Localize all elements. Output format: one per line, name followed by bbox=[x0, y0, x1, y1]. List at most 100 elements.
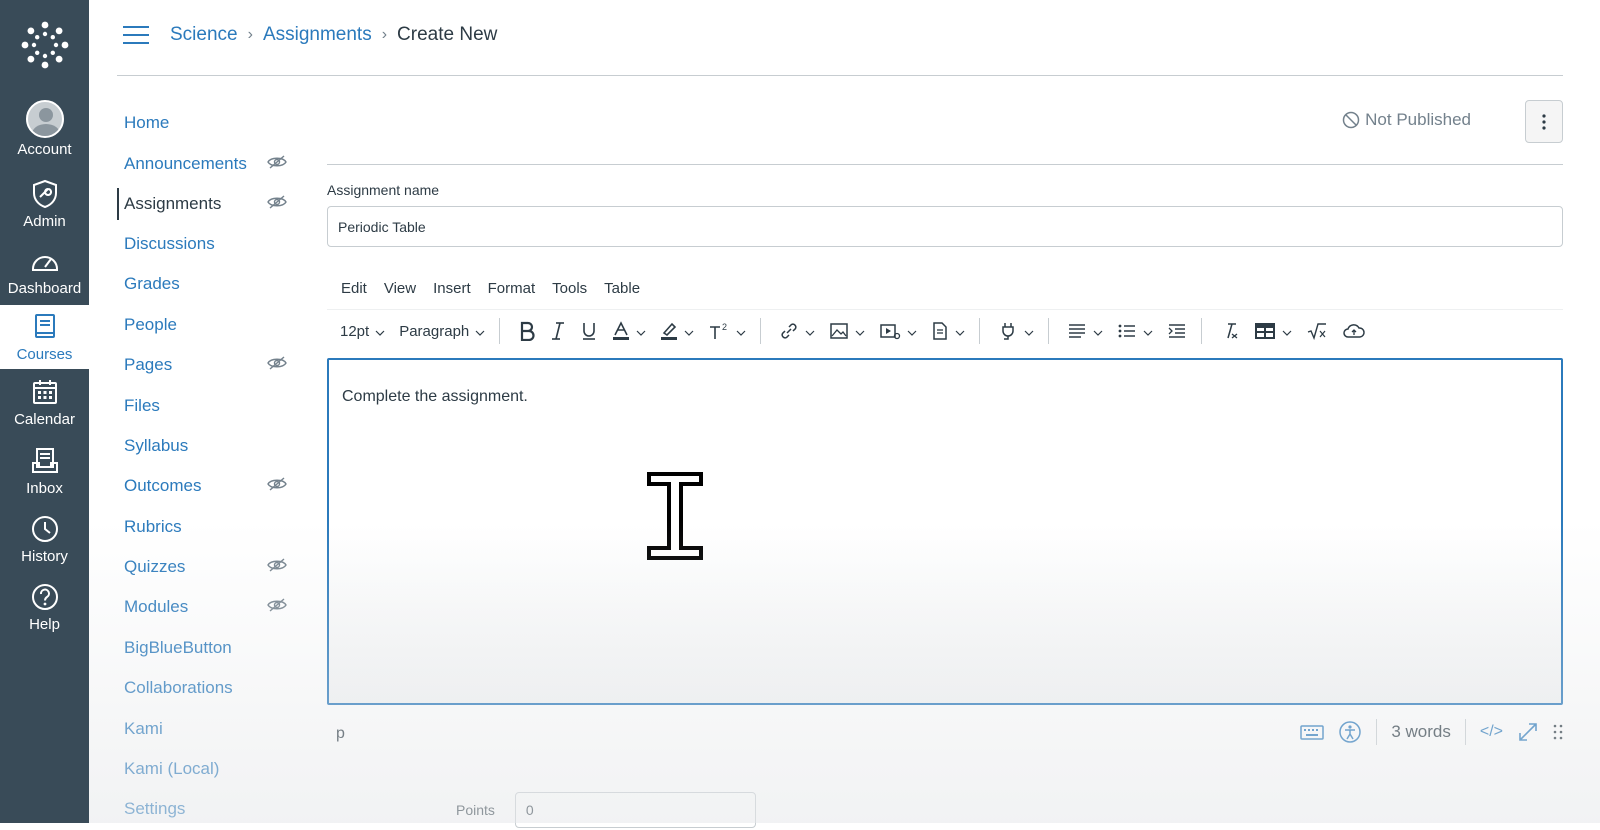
course-nav-item-collaborations[interactable]: Collaborations bbox=[117, 668, 287, 708]
global-nav-inbox-label: Inbox bbox=[26, 480, 63, 497]
global-nav-dashboard-label: Dashboard bbox=[7, 280, 82, 297]
course-nav-item-kami[interactable]: Kami bbox=[117, 708, 287, 748]
more-options-button[interactable] bbox=[1525, 100, 1563, 143]
global-nav-history[interactable]: History bbox=[0, 511, 89, 579]
highlighter-icon bbox=[661, 322, 678, 340]
course-nav-item-quizzes[interactable]: Quizzes bbox=[117, 547, 287, 587]
menu-insert[interactable]: Insert bbox=[433, 280, 471, 297]
rich-content-editor[interactable]: Complete the assignment. bbox=[327, 358, 1563, 705]
course-nav-item-people[interactable]: People bbox=[117, 305, 287, 345]
font-size-value: 12pt bbox=[340, 322, 370, 340]
clear-formatting-icon bbox=[1227, 323, 1238, 339]
keyboard-shortcuts-button[interactable] bbox=[1300, 723, 1325, 741]
publish-status: Not Published bbox=[1342, 110, 1471, 130]
font-size-select[interactable]: 12pt bbox=[340, 323, 385, 340]
editor-toolbar: 12pt Paragraph 2 bbox=[327, 310, 1563, 352]
block-format-select[interactable]: Paragraph bbox=[399, 323, 485, 340]
breadcrumb-assignments-link[interactable]: Assignments bbox=[263, 24, 372, 46]
course-nav-label: Announcements bbox=[124, 153, 247, 173]
breadcrumb-course-link[interactable]: Science bbox=[170, 24, 238, 46]
course-nav-label: Grades bbox=[124, 274, 180, 294]
course-nav-item-outcomes[interactable]: Outcomes bbox=[117, 466, 287, 506]
superscript-button[interactable]: 2 bbox=[708, 321, 746, 341]
global-nav-admin[interactable]: Admin bbox=[0, 176, 89, 244]
menu-format[interactable]: Format bbox=[488, 280, 536, 297]
link-button[interactable] bbox=[779, 321, 815, 341]
list-button[interactable] bbox=[1117, 323, 1153, 340]
align-button[interactable] bbox=[1067, 323, 1103, 340]
course-nav-item-kami-local[interactable]: Kami (Local) bbox=[117, 749, 287, 789]
accessibility-icon bbox=[1339, 721, 1362, 743]
document-icon bbox=[933, 322, 948, 340]
bold-button[interactable] bbox=[518, 321, 536, 341]
indent-button[interactable] bbox=[1167, 323, 1187, 339]
course-nav-item-pages[interactable]: Pages bbox=[117, 345, 287, 385]
image-button[interactable] bbox=[829, 322, 865, 340]
course-nav-label: Discussions bbox=[124, 233, 215, 253]
chevron-down-icon bbox=[1024, 323, 1034, 340]
course-nav-item-files[interactable]: Files bbox=[117, 385, 287, 425]
course-nav-item-modules[interactable]: Modules bbox=[117, 587, 287, 627]
canvas-logo[interactable] bbox=[0, 0, 89, 90]
chevron-down-icon bbox=[805, 323, 815, 340]
italic-button[interactable] bbox=[550, 321, 566, 341]
global-nav-courses[interactable]: Courses bbox=[0, 305, 89, 369]
menu-view[interactable]: View bbox=[384, 280, 416, 297]
clear-formatting-button[interactable] bbox=[1220, 322, 1240, 340]
course-nav-item-assignments[interactable]: Assignments bbox=[117, 187, 287, 220]
chevron-down-icon bbox=[1282, 323, 1292, 340]
hidden-eye-icon bbox=[267, 194, 287, 214]
hamburger-menu-icon[interactable] bbox=[123, 26, 149, 46]
course-nav-item-rubrics[interactable]: Rubrics bbox=[117, 507, 287, 547]
text-color-button[interactable] bbox=[612, 321, 646, 341]
course-nav-label: Kami bbox=[124, 718, 163, 738]
calendar-icon bbox=[32, 380, 57, 404]
menu-edit[interactable]: Edit bbox=[341, 280, 367, 297]
editor-statusbar: p 3 words </> bbox=[327, 705, 1563, 767]
resize-handle[interactable] bbox=[1553, 723, 1563, 741]
apps-plugin-button[interactable] bbox=[998, 321, 1034, 341]
underline-button[interactable] bbox=[580, 321, 598, 341]
course-nav-label: Assignments bbox=[124, 193, 222, 213]
equation-button[interactable] bbox=[1306, 322, 1328, 340]
chevron-down-icon bbox=[955, 323, 965, 340]
course-nav-item-home[interactable]: Home bbox=[117, 103, 287, 143]
global-nav-help[interactable]: Help bbox=[0, 579, 89, 647]
menu-table[interactable]: Table bbox=[604, 280, 640, 297]
chevron-down-icon bbox=[684, 323, 694, 340]
highlight-color-button[interactable] bbox=[660, 321, 694, 341]
chevron-down-icon bbox=[1143, 323, 1153, 340]
word-count[interactable]: 3 words bbox=[1391, 722, 1451, 742]
assignment-name-input[interactable] bbox=[327, 206, 1563, 247]
align-left-icon bbox=[1069, 324, 1086, 338]
italic-icon bbox=[552, 322, 565, 340]
editor-content[interactable]: Complete the assignment. bbox=[342, 388, 528, 406]
editor-menubar: Edit View Insert Format Tools Table bbox=[327, 268, 1563, 310]
indent-icon bbox=[1168, 324, 1186, 338]
fullscreen-button[interactable] bbox=[1517, 721, 1539, 743]
course-nav-item-settings[interactable]: Settings bbox=[117, 789, 287, 829]
course-nav-item-bigbluebutton[interactable]: BigBlueButton bbox=[117, 628, 287, 668]
course-nav-item-discussions[interactable]: Discussions bbox=[117, 224, 287, 264]
underline-icon bbox=[583, 323, 596, 340]
menu-tools[interactable]: Tools bbox=[552, 280, 587, 297]
points-label: Points bbox=[456, 802, 495, 818]
element-path[interactable]: p bbox=[336, 725, 345, 743]
chevron-down-icon bbox=[1093, 323, 1103, 340]
global-nav-calendar[interactable]: Calendar bbox=[0, 374, 89, 442]
global-nav-dashboard[interactable]: Dashboard bbox=[0, 243, 89, 311]
table-button[interactable] bbox=[1254, 322, 1292, 340]
html-editor-toggle[interactable]: </> bbox=[1480, 723, 1503, 741]
media-button[interactable] bbox=[879, 322, 917, 340]
accessibility-checker-button[interactable] bbox=[1338, 720, 1362, 744]
global-nav-account[interactable]: Account bbox=[0, 98, 89, 166]
course-nav-item-announcements[interactable]: Announcements bbox=[117, 143, 287, 183]
inbox-icon bbox=[31, 448, 58, 473]
document-button[interactable] bbox=[931, 321, 965, 341]
course-nav-item-syllabus[interactable]: Syllabus bbox=[117, 426, 287, 466]
course-nav-item-grades[interactable]: Grades bbox=[117, 264, 287, 304]
global-nav-inbox[interactable]: Inbox bbox=[0, 443, 89, 511]
assignment-edit-form: Not Published Assignment name Edit View … bbox=[327, 100, 1563, 767]
cloud-upload-button[interactable] bbox=[1342, 322, 1366, 340]
hidden-eye-icon bbox=[267, 154, 287, 174]
